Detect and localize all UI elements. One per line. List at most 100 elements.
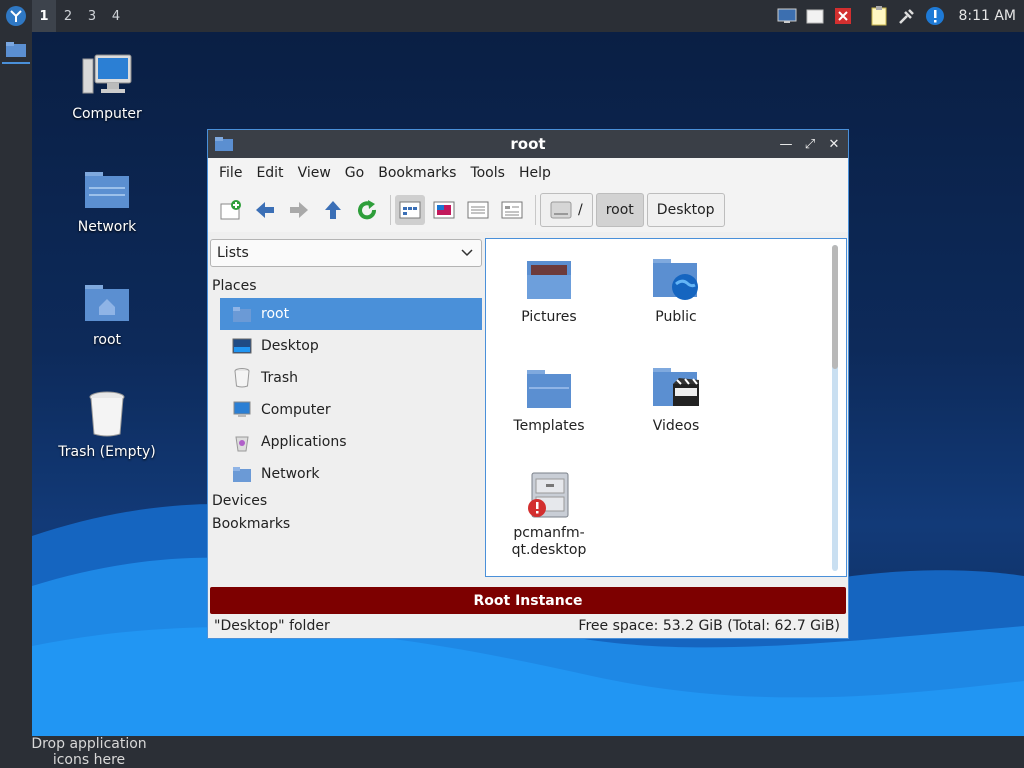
status-bar: "Desktop" folder Free space: 53.2 GiB (T…: [214, 618, 840, 638]
place-label: Trash: [261, 370, 298, 386]
file-item-videos[interactable]: Videos: [621, 364, 731, 435]
system-tray: 8:11 AM: [776, 0, 1024, 32]
trash-icon: [89, 391, 125, 437]
application-menu-button[interactable]: [0, 0, 32, 32]
clock[interactable]: 8:11 AM: [958, 8, 1016, 24]
desktop-icon-label: Computer: [72, 106, 142, 122]
devices-group-header[interactable]: Devices: [212, 490, 482, 513]
templates-folder-icon: [527, 370, 571, 408]
compact-view-icon: [467, 201, 489, 219]
place-network[interactable]: Network: [220, 458, 482, 490]
file-name: Templates: [513, 418, 585, 434]
icon-view-icon: [399, 201, 421, 219]
scrollbar-thumb[interactable]: [832, 245, 838, 369]
desktop-icon: [232, 338, 252, 354]
network-folder-icon: [85, 172, 129, 208]
menu-view[interactable]: View: [291, 165, 338, 181]
file-manager-window[interactable]: root — ⤢ ✕ File Edit View Go Bookmarks T…: [207, 129, 849, 639]
breadcrumb-label: /: [578, 202, 583, 218]
breadcrumb-root-fs[interactable]: /: [540, 193, 593, 227]
thumbnail-view-button[interactable]: [429, 195, 459, 225]
file-view[interactable]: Pictures Public Templates Videos pcmanfm…: [485, 238, 847, 577]
taskbar-file-manager-button[interactable]: [2, 36, 30, 64]
place-computer[interactable]: Computer: [220, 394, 482, 426]
side-pane-mode-select[interactable]: Lists: [210, 239, 482, 267]
menu-edit[interactable]: Edit: [249, 165, 290, 181]
menu-go[interactable]: Go: [338, 165, 371, 181]
file-item-public[interactable]: Public: [621, 255, 731, 326]
icon-view-button[interactable]: [395, 195, 425, 225]
maximize-button[interactable]: ⤢: [800, 134, 820, 154]
menu-bookmarks[interactable]: Bookmarks: [371, 165, 463, 181]
monitor-icon[interactable]: [776, 5, 798, 27]
breadcrumb-root[interactable]: root: [595, 193, 644, 227]
breadcrumb-desktop[interactable]: Desktop: [646, 193, 725, 227]
arrow-right-icon: [290, 202, 308, 218]
places-group-header[interactable]: Places: [212, 275, 482, 298]
reload-icon: [358, 200, 376, 220]
bookmarks-group-header[interactable]: Bookmarks: [212, 513, 482, 536]
desktop-icon-computer[interactable]: Computer: [52, 50, 162, 122]
place-applications[interactable]: Applications: [220, 426, 482, 458]
new-tab-icon: [220, 200, 241, 220]
network-folder-icon: [233, 467, 251, 482]
workspace-3[interactable]: 3: [80, 0, 104, 32]
window-title: root: [510, 135, 546, 153]
desktop-icon-root[interactable]: root: [52, 276, 162, 348]
desktop-icon-label: root: [92, 332, 122, 348]
clipboard-icon[interactable]: [868, 5, 890, 27]
folder-icon: [6, 42, 26, 57]
toolbar-separator: [535, 195, 536, 225]
desktop-icon-network[interactable]: Network: [52, 163, 162, 235]
root-instance-banner: Root Instance: [210, 587, 846, 614]
workspace-1[interactable]: 1: [32, 0, 56, 32]
workspace-2[interactable]: 2: [56, 0, 80, 32]
detailed-list-view-button[interactable]: [497, 195, 527, 225]
place-trash[interactable]: Trash: [220, 362, 482, 394]
minimize-button[interactable]: —: [776, 134, 796, 154]
place-label: Network: [261, 466, 320, 482]
file-name: Pictures: [521, 309, 577, 325]
place-label: Desktop: [261, 338, 319, 354]
bottom-panel: Drop application icons here: [0, 736, 1024, 768]
file-name-line-2: qt.desktop: [511, 542, 587, 558]
public-folder-icon: [653, 259, 698, 300]
file-item-pcmanfm-qt-desktop[interactable]: pcmanfm- qt.desktop: [494, 471, 604, 559]
trash-icon: [234, 368, 250, 388]
side-pane: Lists Places root Desktop Trash Computer…: [210, 239, 482, 579]
desktop-icon-trash[interactable]: Trash (Empty): [52, 388, 162, 460]
close-button[interactable]: ✕: [824, 134, 844, 154]
left-taskbar: [0, 32, 32, 736]
file-view-scrollbar[interactable]: [832, 245, 838, 571]
reload-button[interactable]: [352, 195, 382, 225]
forward-button[interactable]: [284, 195, 314, 225]
alert-icon[interactable]: [924, 5, 946, 27]
home-folder-icon: [85, 285, 129, 321]
workspace-4[interactable]: 4: [104, 0, 128, 32]
file-item-pictures[interactable]: Pictures: [494, 255, 604, 326]
menu-file[interactable]: File: [212, 165, 249, 181]
menu-tools[interactable]: Tools: [463, 165, 512, 181]
file-name-line-1: pcmanfm-: [513, 525, 585, 541]
close-app-icon[interactable]: [832, 5, 854, 27]
menu-help[interactable]: Help: [512, 165, 558, 181]
window-titlebar[interactable]: root — ⤢ ✕: [208, 130, 848, 158]
network-plug-icon[interactable]: [896, 5, 918, 27]
compact-view-button[interactable]: [463, 195, 493, 225]
notes-icon[interactable]: [804, 5, 826, 27]
back-button[interactable]: [250, 195, 280, 225]
applications-icon: [235, 436, 249, 452]
desktop-icon-label: Network: [77, 219, 137, 235]
place-desktop[interactable]: Desktop: [220, 330, 482, 362]
computer-icon: [82, 54, 132, 94]
menubar: File Edit View Go Bookmarks Tools Help: [208, 158, 848, 188]
toolbar: / root Desktop: [208, 188, 848, 232]
up-button[interactable]: [318, 195, 348, 225]
new-tab-button[interactable]: [216, 195, 246, 225]
toolbar-separator: [390, 195, 391, 225]
computer-icon: [233, 401, 251, 417]
place-root[interactable]: root: [220, 298, 482, 330]
file-item-templates[interactable]: Templates: [494, 364, 604, 435]
top-panel: 1 2 3 4 8:11 AM: [0, 0, 1024, 32]
videos-folder-icon: [653, 368, 699, 406]
